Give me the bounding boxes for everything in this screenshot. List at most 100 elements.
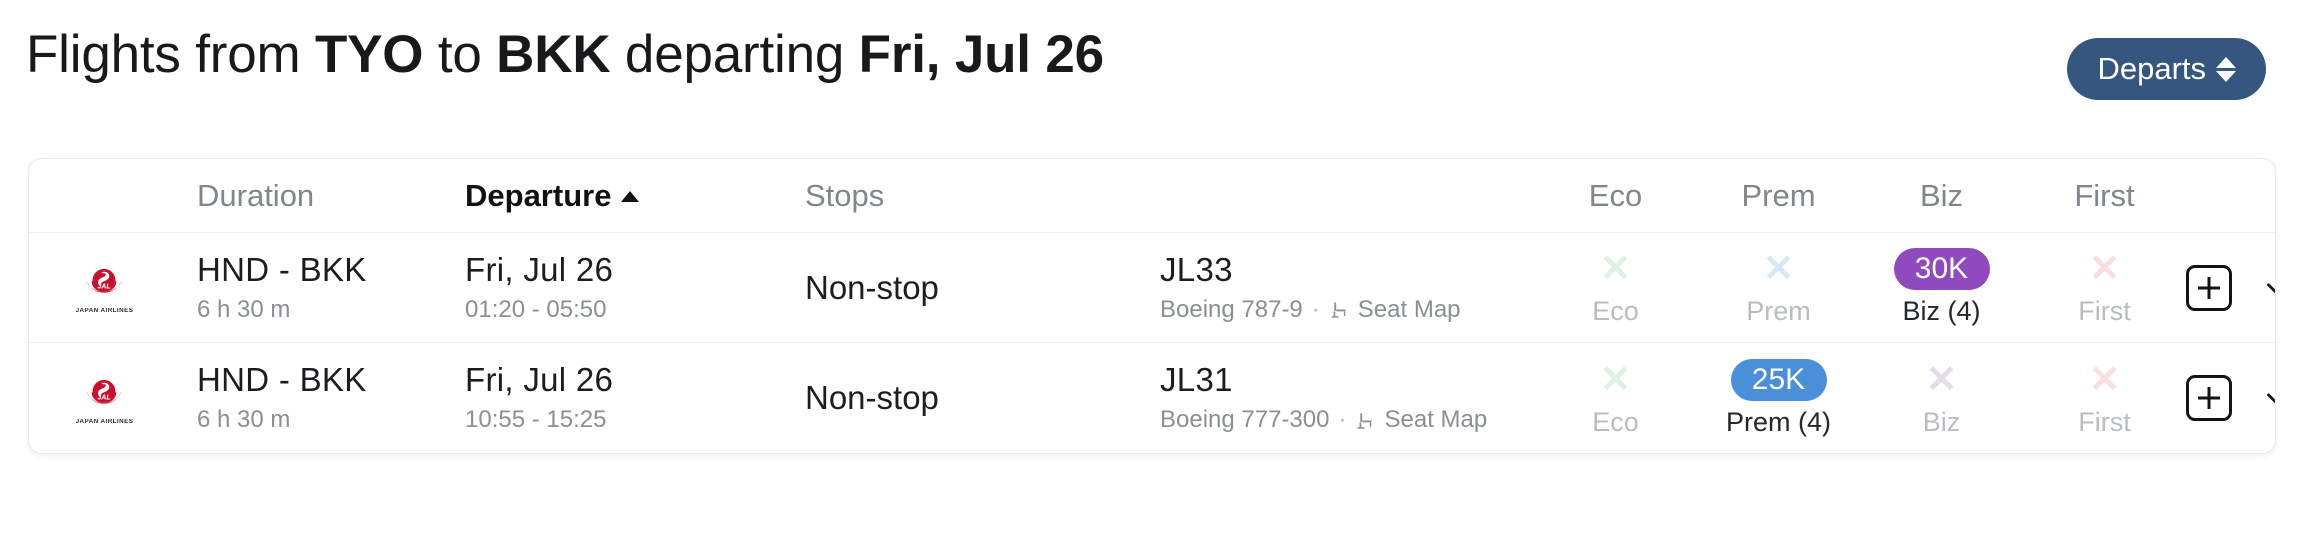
cabin-label-biz: Biz (4)	[1902, 296, 1981, 326]
table-row[interactable]: JAL JAPAN AIRLINES HND - BKK 6 h 30 m Fr…	[29, 343, 2275, 453]
page-header: Flights from TYO to BKK departing Fri, J…	[0, 0, 2306, 130]
header-cell-departure[interactable]: Departure	[449, 178, 789, 214]
stops-cell: Non-stop	[789, 379, 1144, 417]
award-price-pill[interactable]: 25K	[1730, 358, 1827, 401]
title-prefix: Flights from	[26, 25, 315, 84]
stops-cell: Non-stop	[789, 269, 1144, 307]
unavailable-x-icon: ✕	[2088, 358, 2121, 401]
seat-map-label: Seat Map	[1384, 406, 1488, 433]
unavailable-x-icon: ✕	[1599, 248, 1632, 290]
seat-map-link[interactable]: Seat Map	[1355, 406, 1487, 434]
stops-label: Non-stop	[805, 268, 939, 306]
flight-cell: JL31 Boeing 777-300 · Seat Map	[1144, 360, 1534, 436]
title-verb: departing	[610, 25, 859, 84]
cabin-cell-first[interactable]: ✕ First	[2023, 248, 2186, 327]
svg-text:JAL: JAL	[97, 394, 110, 401]
jal-logo: JAL JAPAN AIRLINES	[75, 372, 133, 425]
flight-cell: JL33 Boeing 787-9 · Seat Map	[1144, 250, 1534, 326]
cabin-cell-prem[interactable]: ✕ Prem	[1697, 248, 1860, 327]
departure-times-label: 01:20 - 05:50	[465, 295, 607, 323]
airline-logo-cell: JAL JAPAN AIRLINES	[29, 372, 179, 425]
column-header-eco: Eco	[1588, 177, 1643, 213]
duration-cell: HND - BKK 6 h 30 m	[179, 360, 449, 436]
flight-number-label: JL31	[1160, 361, 1233, 398]
header-cell-prem[interactable]: Prem	[1697, 178, 1860, 214]
seat-map-link[interactable]: Seat Map	[1329, 296, 1461, 324]
row-actions	[2186, 264, 2275, 311]
cabin-cell-biz[interactable]: ✕ Biz	[1860, 359, 2023, 438]
departs-sort-button[interactable]: Departs	[2067, 38, 2266, 100]
departure-date-label: Fri, Jul 26	[465, 250, 614, 288]
unavailable-x-icon: ✕	[1762, 248, 1795, 290]
cabin-cell-biz[interactable]: 30K Biz (4)	[1860, 248, 2023, 327]
aircraft-label: Boeing 787-9	[1160, 295, 1303, 323]
cabin-label-first: First	[2078, 406, 2131, 437]
cabin-label-eco: Eco	[1592, 296, 1639, 326]
column-header-biz: Biz	[1919, 177, 1964, 213]
seat-icon	[1358, 412, 1373, 429]
column-header-duration: Duration	[197, 177, 315, 213]
jal-wordmark: JAPAN AIRLINES	[75, 418, 133, 425]
sort-ascending-icon	[621, 190, 640, 202]
column-header-stops: Stops	[805, 177, 885, 213]
departure-times-label: 10:55 - 15:25	[465, 406, 607, 433]
row-actions	[2186, 375, 2275, 421]
cabin-label-prem: Prem (4)	[1725, 406, 1831, 437]
seat-icon	[1331, 302, 1346, 318]
column-header-first: First	[2074, 177, 2135, 213]
cabin-label-biz: Biz	[1922, 406, 1961, 437]
aircraft-label: Boeing 777-300	[1160, 406, 1330, 433]
header-cell-biz[interactable]: Biz	[1860, 178, 2023, 214]
expand-row-button[interactable]	[2254, 376, 2275, 420]
departure-cell: Fri, Jul 26 10:55 - 15:25	[449, 360, 789, 436]
origin-code: TYO	[314, 25, 424, 84]
expand-row-button[interactable]	[2254, 266, 2275, 310]
departure-cell: Fri, Jul 26 01:20 - 05:50	[449, 250, 789, 326]
cabin-cell-eco[interactable]: ✕ Eco	[1534, 359, 1697, 438]
header-cell-eco[interactable]: Eco	[1534, 178, 1697, 214]
stops-label: Non-stop	[805, 379, 939, 416]
chevron-down-icon	[2267, 283, 2275, 293]
header-cell-first[interactable]: First	[2023, 178, 2186, 214]
jal-logo: JAL JAPAN AIRLINES	[75, 261, 133, 314]
cabin-label-first: First	[2078, 296, 2131, 326]
separator-dot: ·	[1311, 295, 1320, 323]
flight-results-card: Duration Departure Stops Eco Prem Biz Fi…	[28, 158, 2276, 454]
sort-updown-icon	[2216, 56, 2236, 82]
svg-text:JAL: JAL	[97, 283, 110, 290]
departs-sort-label: Departs	[2097, 51, 2206, 86]
cabin-cell-prem[interactable]: 25K Prem (4)	[1697, 358, 1860, 438]
route-label: HND - BKK	[197, 250, 367, 288]
award-price-pill[interactable]: 30K	[1893, 248, 1990, 290]
departure-date: Fri, Jul 26	[858, 25, 1104, 84]
add-flight-button[interactable]	[2186, 375, 2232, 421]
jal-crane-icon: JAL	[86, 268, 122, 293]
cabin-label-prem: Prem	[1746, 296, 1811, 326]
add-flight-button[interactable]	[2186, 264, 2232, 311]
departure-date-label: Fri, Jul 26	[465, 361, 614, 398]
table-row[interactable]: JAL JAPAN AIRLINES HND - BKK 6 h 30 m Fr…	[29, 233, 2275, 343]
seat-map-label: Seat Map	[1357, 295, 1461, 323]
airline-logo-cell: JAL JAPAN AIRLINES	[29, 261, 179, 314]
header-cell-stops[interactable]: Stops	[789, 178, 1144, 214]
separator-dot: ·	[1338, 406, 1347, 433]
cabin-cell-first[interactable]: ✕ First	[2023, 359, 2186, 438]
jal-crane-icon: JAL	[86, 379, 122, 404]
unavailable-x-icon: ✕	[1599, 358, 1632, 401]
flight-number-label: JL33	[1160, 250, 1233, 288]
destination-code: BKK	[496, 25, 611, 84]
unavailable-x-icon: ✕	[2088, 248, 2121, 290]
cabin-cell-eco[interactable]: ✕ Eco	[1534, 248, 1697, 327]
page-title: Flights from TYO to BKK departing Fri, J…	[26, 20, 1104, 90]
duration-cell: HND - BKK 6 h 30 m	[179, 250, 449, 326]
header-cell-duration[interactable]: Duration	[179, 178, 449, 214]
cabin-label-eco: Eco	[1592, 406, 1639, 437]
column-header-prem: Prem	[1741, 177, 1816, 213]
unavailable-x-icon: ✕	[1925, 358, 1958, 401]
column-header-departure: Departure	[465, 178, 640, 213]
chevron-down-icon	[2267, 393, 2275, 404]
route-label: HND - BKK	[197, 361, 367, 398]
duration-label: 6 h 30 m	[197, 406, 291, 433]
duration-label: 6 h 30 m	[197, 295, 291, 323]
jal-wordmark: JAPAN AIRLINES	[75, 308, 133, 314]
